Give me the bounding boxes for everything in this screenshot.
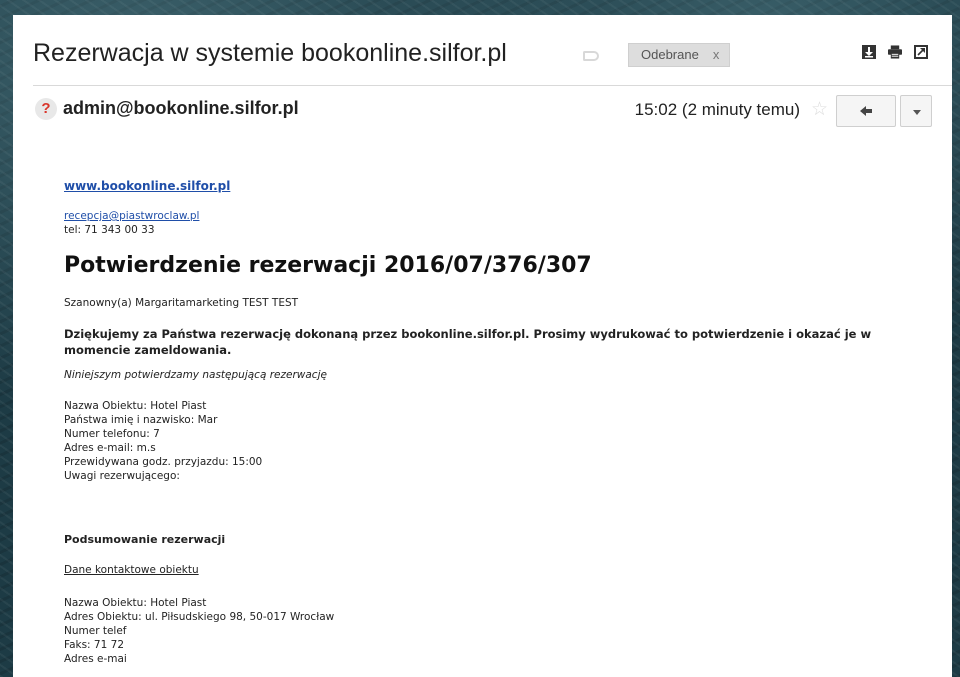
contact-line: Adres Obiektu: ul. Piłsudskiego 98, 50-0… <box>64 611 335 623</box>
summary-heading: Podsumowanie rezerwacji <box>64 533 226 546</box>
reservation-details: Nazwa Obiektu: Hotel Piast Państwa imię … <box>64 399 262 483</box>
contact-line: Nazwa Obiektu: Hotel Piast <box>64 597 207 609</box>
subject-row: Rezerwacja w systemie bookonline.silfor.… <box>33 39 932 75</box>
contact-line: Faks: 71 72 <box>64 639 124 651</box>
thanks-paragraph: Dziękujemy za Państwa rezerwację dokonan… <box>64 327 872 357</box>
detail-line: Przewidywana godz. przyjazdu: 15:00 <box>64 456 263 468</box>
detail-line: Państwa imię i nazwisko: Mar <box>64 414 218 426</box>
hotel-phone: tel: 71 343 00 33 <box>64 224 155 236</box>
header-divider <box>33 85 952 86</box>
unknown-sender-icon: ? <box>35 98 57 120</box>
website-link[interactable]: www.bookonline.silfor.pl <box>64 179 230 193</box>
detail-line: Adres e-mail: m.s <box>64 442 156 454</box>
reception-email-link[interactable]: recepcja@piastwroclaw.pl <box>64 210 199 222</box>
open-in-new-window-icon[interactable] <box>914 45 928 59</box>
confirmation-intro: Niniejszym potwierdzamy następującą reze… <box>64 369 327 381</box>
contact-line: Adres e-mai <box>64 653 127 665</box>
reply-icon <box>860 106 872 116</box>
email-subject: Rezerwacja w systemie bookonline.silfor.… <box>33 39 507 67</box>
more-options-button[interactable] <box>900 95 932 127</box>
detail-line: Uwagi rezerwującego: <box>64 470 180 482</box>
contact-line: Numer telef <box>64 625 127 637</box>
detail-line: Numer telefonu: 7 <box>64 428 160 440</box>
contact-details: Nazwa Obiektu: Hotel Piast Adres Obiektu… <box>64 596 334 666</box>
confirmation-heading: Potwierdzenie rezerwacji 2016/07/376/307 <box>64 253 592 278</box>
remove-label-button[interactable]: x <box>713 47 720 62</box>
reply-button[interactable] <box>836 95 896 127</box>
importance-icon[interactable] <box>583 51 599 61</box>
sender-row: ? admin@bookonline.silfor.pl 15:02 (2 mi… <box>33 95 932 135</box>
label-chip-inbox: Odebrane x <box>628 43 731 67</box>
star-icon[interactable]: ☆ <box>811 98 828 121</box>
print-icon[interactable] <box>888 45 902 59</box>
contact-heading: Dane kontaktowe obiektu <box>64 564 199 576</box>
label-name: Odebrane <box>641 47 699 62</box>
detail-line: Nazwa Obiektu: Hotel Piast <box>64 400 207 412</box>
download-icon[interactable] <box>862 45 876 59</box>
sender-address[interactable]: admin@bookonline.silfor.pl <box>63 98 299 119</box>
greeting-text: Szanowny(a) Margaritamarketing TEST TEST <box>64 297 299 309</box>
chevron-down-icon <box>913 110 921 115</box>
email-timestamp: 15:02 (2 minuty temu) <box>634 100 800 119</box>
email-view: Rezerwacja w systemie bookonline.silfor.… <box>13 15 952 677</box>
